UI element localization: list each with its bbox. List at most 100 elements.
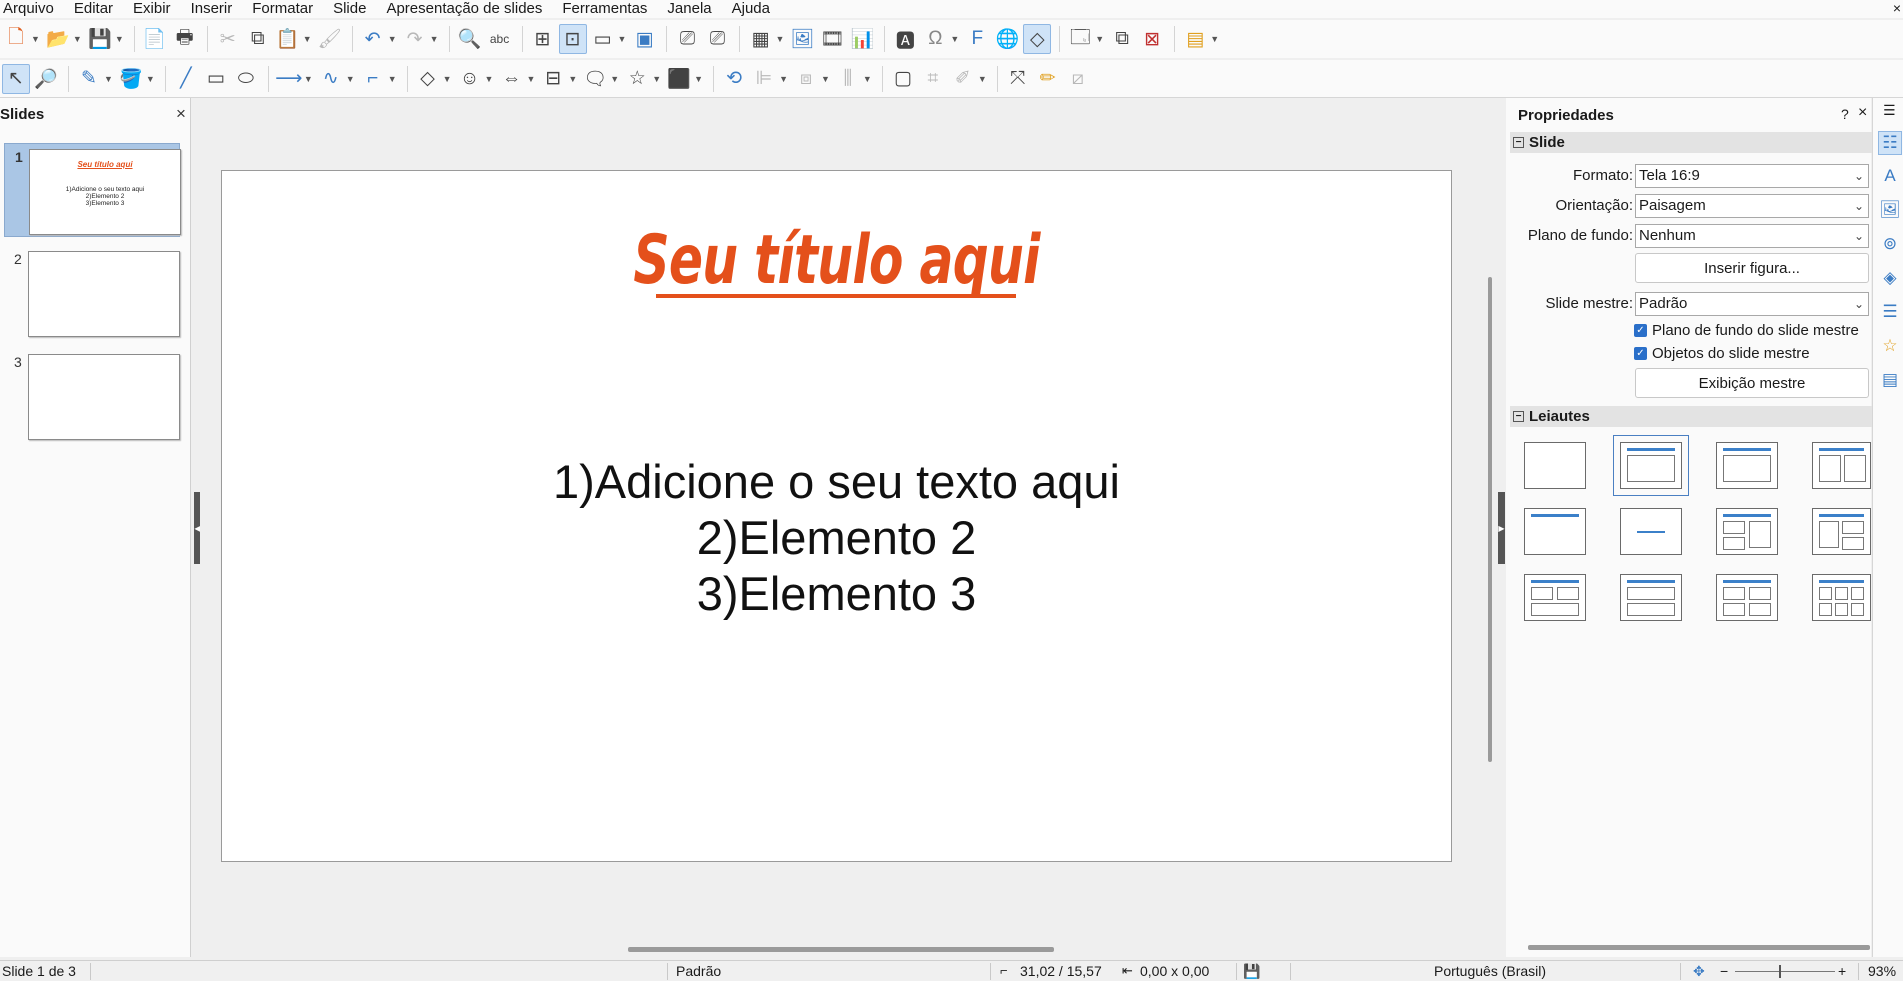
special-char-icon[interactable]: Ω bbox=[921, 24, 949, 54]
sidebar-horizontal-scrollbar[interactable] bbox=[1528, 945, 1870, 950]
chevron-down-icon[interactable]: ▼ bbox=[618, 34, 627, 44]
chevron-down-icon[interactable]: ▼ bbox=[304, 74, 313, 84]
layout-title-content[interactable] bbox=[1613, 435, 1689, 496]
image-icon[interactable]: 🖼 bbox=[788, 24, 816, 54]
new-doc-icon[interactable]: 🗋 bbox=[2, 24, 30, 54]
distribute-icon[interactable]: ⫼ bbox=[834, 64, 862, 94]
sidebar-menu-icon[interactable]: ☰ bbox=[1883, 102, 1896, 119]
vertical-scrollbar[interactable] bbox=[1488, 277, 1492, 762]
layout-title-6-content[interactable] bbox=[1812, 574, 1871, 621]
layout-title-content-2[interactable] bbox=[1716, 442, 1778, 489]
spelling-icon[interactable]: abc bbox=[486, 24, 514, 54]
align-icon[interactable]: ⊫ bbox=[750, 64, 778, 94]
save-icon[interactable]: 💾 bbox=[86, 24, 114, 54]
insert-image-button[interactable]: Inserir figura... bbox=[1635, 253, 1869, 283]
chart-icon[interactable]: 📊 bbox=[848, 24, 876, 54]
chevron-down-icon[interactable]: ▼ bbox=[443, 74, 452, 84]
chevron-down-icon[interactable]: ▼ bbox=[31, 34, 40, 44]
open-icon[interactable]: 📂 bbox=[44, 24, 72, 54]
new-slide-icon[interactable]: 🗔 bbox=[1066, 24, 1094, 54]
flowchart-icon[interactable]: ⊟ bbox=[539, 64, 567, 94]
layout-title-content-over-content[interactable] bbox=[1620, 574, 1682, 621]
chevron-down-icon[interactable]: ▼ bbox=[485, 74, 494, 84]
gallery-deck-icon[interactable]: 🖼 bbox=[1878, 198, 1902, 222]
zoom-icon[interactable]: 🔎 bbox=[32, 64, 60, 94]
table-icon[interactable]: ▦ bbox=[746, 24, 774, 54]
help-icon[interactable]: ? bbox=[1841, 106, 1849, 122]
display-views-icon[interactable]: ▭ bbox=[589, 24, 617, 54]
chevron-down-icon[interactable]: ▼ bbox=[779, 74, 788, 84]
menu-ferramentas[interactable]: Ferramentas bbox=[562, 0, 647, 18]
slide-thumbnail-3[interactable]: 3 bbox=[4, 349, 180, 443]
basic-shapes-icon[interactable]: ◇ bbox=[414, 64, 442, 94]
rectangle-icon[interactable]: ▭ bbox=[202, 64, 230, 94]
layout-centered-text[interactable] bbox=[1620, 508, 1682, 555]
duplicate-slide-icon[interactable]: ⧉ bbox=[1108, 24, 1136, 54]
slide-body-text[interactable]: 1)Adicione o seu texto aqui 2)Elemento 2… bbox=[222, 454, 1451, 622]
chevron-down-icon[interactable]: ▼ bbox=[610, 74, 619, 84]
layout-title-4-content[interactable] bbox=[1716, 574, 1778, 621]
arrange-icon[interactable]: ⧈ bbox=[792, 64, 820, 94]
3d-objects-icon[interactable]: ⬛ bbox=[665, 64, 693, 94]
properties-deck-icon[interactable]: ☷ bbox=[1878, 131, 1902, 155]
slide-thumbnail-1[interactable]: 1 Seu título aqui 1)Adicione o seu texto… bbox=[4, 143, 181, 237]
fontwork-icon[interactable]: F bbox=[963, 24, 991, 54]
chevron-down-icon[interactable]: ▼ bbox=[430, 34, 439, 44]
start-first-icon[interactable]: ⎚ bbox=[673, 24, 701, 54]
menu-arquivo[interactable]: Arquivo bbox=[3, 0, 54, 18]
hyperlink-icon[interactable]: 🌐 bbox=[993, 24, 1021, 54]
chevron-down-icon[interactable]: ▼ bbox=[1210, 34, 1219, 44]
horizontal-scrollbar[interactable] bbox=[628, 947, 1054, 952]
zoom-in-icon[interactable]: + bbox=[1838, 963, 1846, 979]
arrow-icon[interactable]: ⟶ bbox=[275, 64, 303, 94]
chevron-down-icon[interactable]: ▼ bbox=[115, 34, 124, 44]
filter-icon[interactable]: ✐ bbox=[949, 64, 977, 94]
zoom-out-icon[interactable]: − bbox=[1720, 963, 1728, 979]
block-arrows-icon[interactable]: ⇔ bbox=[497, 64, 525, 94]
media-icon[interactable]: 🎞 bbox=[818, 24, 846, 54]
chevron-down-icon[interactable]: ▼ bbox=[73, 34, 82, 44]
transform-icon[interactable]: ⟲ bbox=[720, 64, 748, 94]
chevron-down-icon[interactable]: ▼ bbox=[652, 74, 661, 84]
grid-icon[interactable]: ⊞ bbox=[529, 24, 557, 54]
layout-title-2-content-over-content[interactable] bbox=[1524, 574, 1586, 621]
fit-slide-icon[interactable]: ✥ bbox=[1693, 963, 1705, 980]
menu-ajuda[interactable]: Ajuda bbox=[732, 0, 770, 18]
layout-blank[interactable] bbox=[1524, 442, 1586, 489]
connector-icon[interactable]: ⌐ bbox=[359, 64, 387, 94]
master-view-button[interactable]: Exibição mestre bbox=[1635, 368, 1869, 398]
callouts-icon[interactable]: 🗨 bbox=[581, 64, 609, 94]
chevron-down-icon[interactable]: ▼ bbox=[978, 74, 987, 84]
menu-exibir[interactable]: Exibir bbox=[133, 0, 171, 18]
line-color-icon[interactable]: ✎ bbox=[75, 64, 103, 94]
layout-title-2-content-and-content[interactable] bbox=[1716, 508, 1778, 555]
slide-layout-icon[interactable]: ▤ bbox=[1181, 24, 1209, 54]
layout-title-2-content[interactable] bbox=[1812, 442, 1871, 489]
undo-icon[interactable]: ↶ bbox=[359, 24, 387, 54]
shapes-icon[interactable]: ◇ bbox=[1023, 24, 1052, 54]
chevron-down-icon[interactable]: ▼ bbox=[821, 74, 830, 84]
zoom-level[interactable]: 93% bbox=[1868, 963, 1896, 979]
start-current-icon[interactable]: ⎚ bbox=[703, 24, 731, 54]
menu-editar[interactable]: Editar bbox=[74, 0, 113, 18]
chevron-down-icon[interactable]: ▼ bbox=[104, 74, 113, 84]
menu-janela[interactable]: Janela bbox=[667, 0, 711, 18]
cut-icon[interactable]: ✂ bbox=[214, 24, 242, 54]
collapse-sidebar-button[interactable]: ▶ bbox=[1498, 492, 1505, 564]
zoom-slider-thumb[interactable] bbox=[1779, 965, 1781, 978]
orientation-select[interactable]: Paisagem ⌄ bbox=[1635, 194, 1869, 218]
master-objects-checkbox[interactable]: ✓ Objetos do slide mestre bbox=[1634, 345, 1810, 362]
background-select[interactable]: Nenhum ⌄ bbox=[1635, 224, 1869, 248]
menu-formatar[interactable]: Formatar bbox=[252, 0, 313, 18]
chevron-down-icon[interactable]: ▼ bbox=[346, 74, 355, 84]
stars-icon[interactable]: ☆ bbox=[623, 64, 651, 94]
chevron-down-icon[interactable]: ▼ bbox=[388, 34, 397, 44]
textbox-icon[interactable]: 🅰 bbox=[891, 24, 919, 54]
master-background-checkbox[interactable]: ✓ Plano de fundo do slide mestre bbox=[1634, 322, 1859, 339]
layout-title-only[interactable] bbox=[1524, 508, 1586, 555]
menu-inserir[interactable]: Inserir bbox=[191, 0, 233, 18]
master-slides-deck-icon[interactable]: ▤ bbox=[1878, 368, 1902, 392]
points-icon[interactable]: ⤧ bbox=[1004, 64, 1032, 94]
navigator-deck-icon[interactable]: ⊚ bbox=[1878, 232, 1902, 256]
chevron-down-icon[interactable]: ▼ bbox=[146, 74, 155, 84]
